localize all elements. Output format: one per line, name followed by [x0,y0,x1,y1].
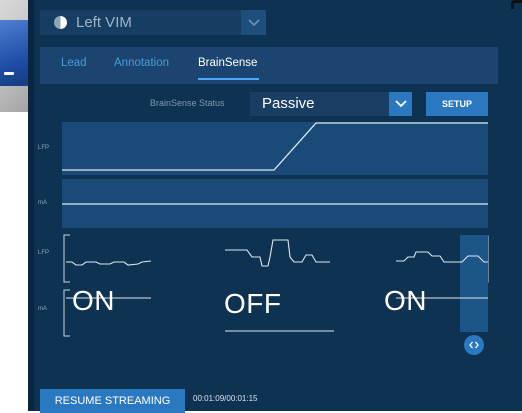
detail-left-bracket-lower [63,289,70,337]
resume-streaming-button[interactable]: RESUME STREAMING [40,389,185,413]
on-label-right: ON [384,285,427,316]
scroll-handle[interactable] [464,335,484,355]
on-label-left: ON [72,285,115,316]
off-label: OFF [224,288,282,319]
lfp-detail-trace-1 [66,260,152,266]
left-right-arrows-icon [469,341,479,349]
scroll-window [460,235,488,332]
plot-traces [62,122,489,337]
lfp-summary-trace [62,122,488,171]
detail-left-bracket [63,234,70,283]
streaming-timer: 00:01:09/00:01:15 [193,394,258,403]
lfp-detail-trace-2 [225,239,330,267]
